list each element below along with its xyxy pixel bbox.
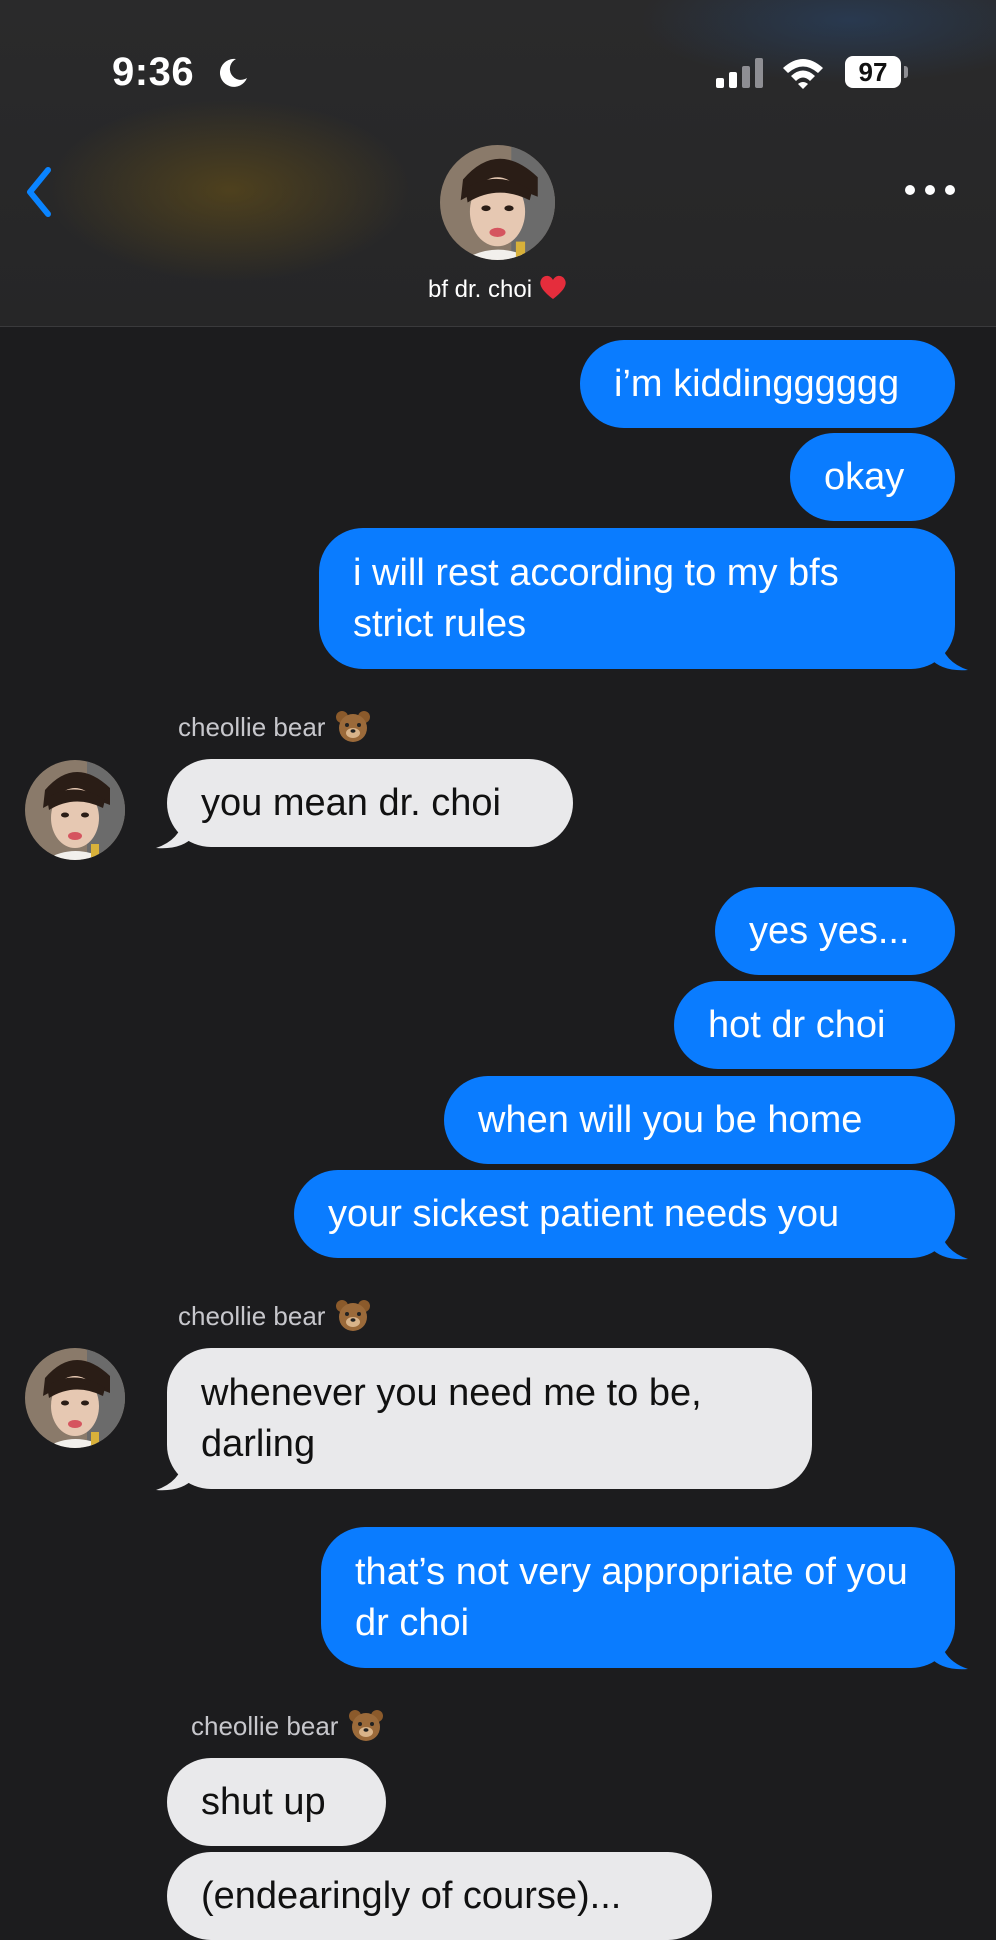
wifi-icon [783,59,823,89]
outgoing-message[interactable]: hot dr choi [674,981,955,1069]
sender-name: cheollie bear [178,1299,371,1333]
sender-avatar[interactable] [25,1348,125,1448]
outgoing-message[interactable]: your sickest patient needs you [294,1170,955,1258]
incoming-message[interactable]: shut up [167,1758,386,1846]
outgoing-bubble-tail [930,1229,968,1260]
contact-avatar[interactable] [440,145,555,260]
bear-icon [349,1710,384,1741]
conversation-header: 9:36 97 bf dr. choi [0,0,996,327]
incoming-message[interactable]: you mean dr. choi [167,759,573,847]
outgoing-message[interactable]: yes yes... [715,887,955,975]
back-chevron-icon[interactable] [20,162,60,222]
battery-tip [904,66,908,78]
contact-name[interactable]: bf dr. choi [0,273,996,304]
sender-name: cheollie bear [178,710,371,744]
incoming-bubble-tail [156,1460,194,1491]
outgoing-bubble-tail [930,1639,968,1670]
more-options-icon[interactable] [905,180,965,200]
cellular-signal-icon [716,58,766,88]
moon-icon [219,58,247,87]
outgoing-message[interactable]: okay [790,433,955,521]
incoming-message[interactable]: (endearingly of course)... [167,1852,712,1940]
heart-icon [540,275,566,299]
outgoing-bubble-tail [930,640,968,671]
incoming-bubble-tail [156,818,194,849]
bear-icon [336,711,371,742]
sender-avatar[interactable] [25,760,125,860]
bear-icon [336,1300,371,1331]
outgoing-message[interactable]: that’s not very appropriate of you dr ch… [321,1527,955,1668]
sender-name: cheollie bear [191,1709,384,1743]
outgoing-message[interactable]: i’m kiddingggggg [580,340,955,428]
incoming-message[interactable]: whenever you need me to be, darling [167,1348,812,1489]
battery-indicator: 97 [845,56,901,88]
status-time: 9:36 [112,50,195,94]
outgoing-message[interactable]: when will you be home [444,1076,955,1164]
outgoing-message[interactable]: i will rest according to my bfs strict r… [319,528,955,669]
